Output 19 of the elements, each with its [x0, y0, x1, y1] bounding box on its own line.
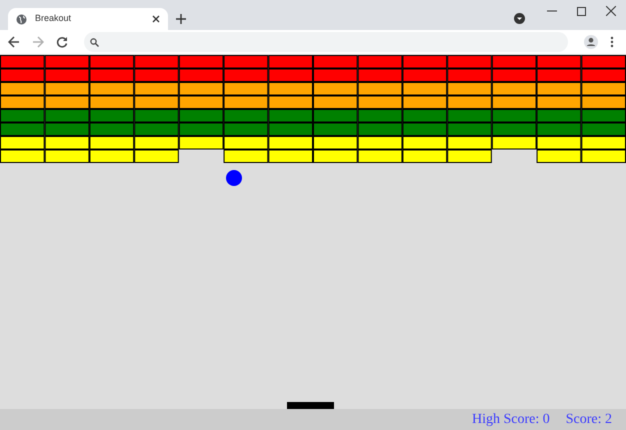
tab-title: Breakout [35, 12, 72, 26]
score: Score: 2 [566, 411, 612, 429]
reload-icon[interactable] [56, 36, 68, 48]
forward-arrow-icon [32, 36, 44, 48]
back-arrow-icon[interactable] [8, 36, 20, 48]
paddle [287, 402, 334, 409]
search-icon [90, 38, 99, 46]
high-score: High Score: 0 [472, 411, 550, 429]
browser-tab[interactable]: Breakout [8, 8, 168, 30]
close-icon[interactable] [152, 15, 160, 23]
menu-icon[interactable] [610, 36, 614, 48]
profile-icon[interactable] [584, 35, 598, 49]
ball [226, 170, 242, 186]
close-icon[interactable] [606, 6, 616, 16]
address-field[interactable] [84, 32, 568, 52]
plus-icon[interactable] [176, 14, 186, 24]
dropdown-icon[interactable] [514, 12, 525, 24]
maximize-icon[interactable] [577, 6, 586, 16]
globe-icon [16, 14, 27, 24]
